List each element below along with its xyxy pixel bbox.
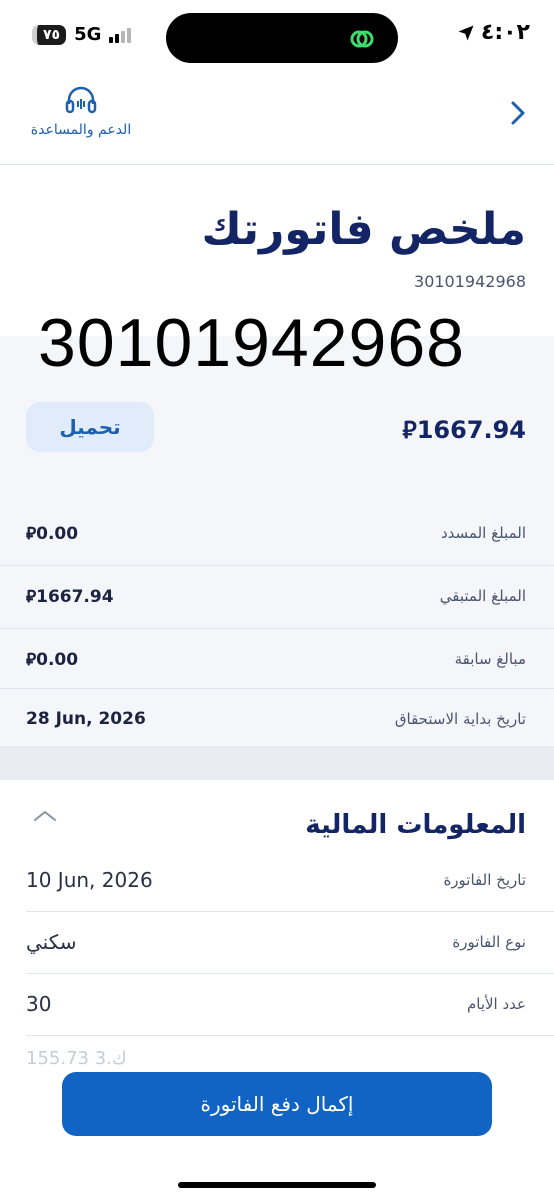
financial-row-days: 30 عدد الأيام (26, 974, 526, 1034)
account-number: 30101942968 (414, 272, 526, 291)
detail-value: 28 Jun, 2026 (26, 709, 146, 729)
detail-value: ⃁1667.94 (26, 587, 114, 607)
total-value: 1667.94 (416, 416, 526, 444)
detail-value: ⃁0.00 (26, 524, 79, 544)
status-time: ٤:٠٢ (457, 20, 530, 45)
total-amount: ⃁1667.94 (402, 414, 526, 445)
financial-row-bill-type: سكني نوع الفاتورة (26, 912, 526, 972)
detail-label: المبلغ المتبقي (439, 587, 526, 605)
row-divider (26, 1035, 554, 1036)
battery-indicator: ٧٥ (32, 24, 67, 45)
section-separator (0, 746, 554, 780)
dynamic-island (166, 13, 398, 63)
detail-label: مبالغ سابقة (454, 650, 526, 668)
support-button[interactable]: الدعم والمساعدة (24, 84, 138, 138)
home-indicator[interactable] (178, 1182, 376, 1188)
detail-label: تاريخ بداية الاستحقاق (394, 710, 526, 728)
financial-row-bill-date: 10 Jun, 2026 تاريخ الفاتورة (26, 850, 526, 910)
detail-value: ⃁0.00 (26, 650, 79, 670)
headset-icon (65, 86, 97, 114)
complete-payment-button[interactable]: إكمال دفع الفاتورة (62, 1072, 492, 1136)
signal-icon (109, 27, 132, 43)
financial-value: 10 Jun, 2026 (26, 868, 153, 892)
financial-value: 30 (26, 992, 52, 1016)
link-icon (350, 30, 374, 48)
download-button[interactable]: تحميل (26, 402, 154, 452)
detail-row-remaining: ⃁1667.94 المبلغ المتبقي (26, 565, 526, 627)
time-text: ٤:٠٢ (480, 20, 530, 45)
network-type: 5G (74, 24, 102, 45)
currency-icon: ⃁ (26, 524, 37, 544)
currency-icon: ⃁ (402, 416, 417, 444)
currency-icon: ⃁ (26, 587, 37, 607)
detail-row-due-date: 28 Jun, 2026 تاريخ بداية الاستحقاق (26, 688, 526, 750)
financial-label: عدد الأيام (466, 995, 526, 1013)
currency-icon: ⃁ (26, 650, 37, 670)
support-label: الدعم والمساعدة (30, 122, 132, 138)
detail-row-paid: ⃁0.00 المبلغ المسدد (26, 502, 526, 564)
back-button[interactable] (510, 100, 526, 130)
chevron-right-icon (511, 101, 525, 125)
detail-label: المبلغ المسدد (441, 524, 526, 542)
location-arrow-icon (458, 25, 474, 40)
account-number-overlay: 30101942968 (38, 305, 466, 381)
status-indicators: ٧٥ 5G (32, 24, 132, 45)
detail-row-previous: ⃁0.00 مبالغ سابقة (26, 628, 526, 690)
financial-label: نوع الفاتورة (452, 933, 526, 951)
collapse-button[interactable] (32, 808, 58, 828)
financial-value: سكني (26, 930, 77, 954)
financial-section-title: المعلومات المالية (305, 810, 526, 840)
chevron-up-icon (34, 810, 56, 821)
financial-label: تاريخ الفاتورة (443, 871, 526, 889)
faded-row-value: ك.3 155.73 (26, 1048, 127, 1069)
header-divider (0, 164, 554, 165)
page-title: ملخص فاتورتك (201, 204, 526, 255)
